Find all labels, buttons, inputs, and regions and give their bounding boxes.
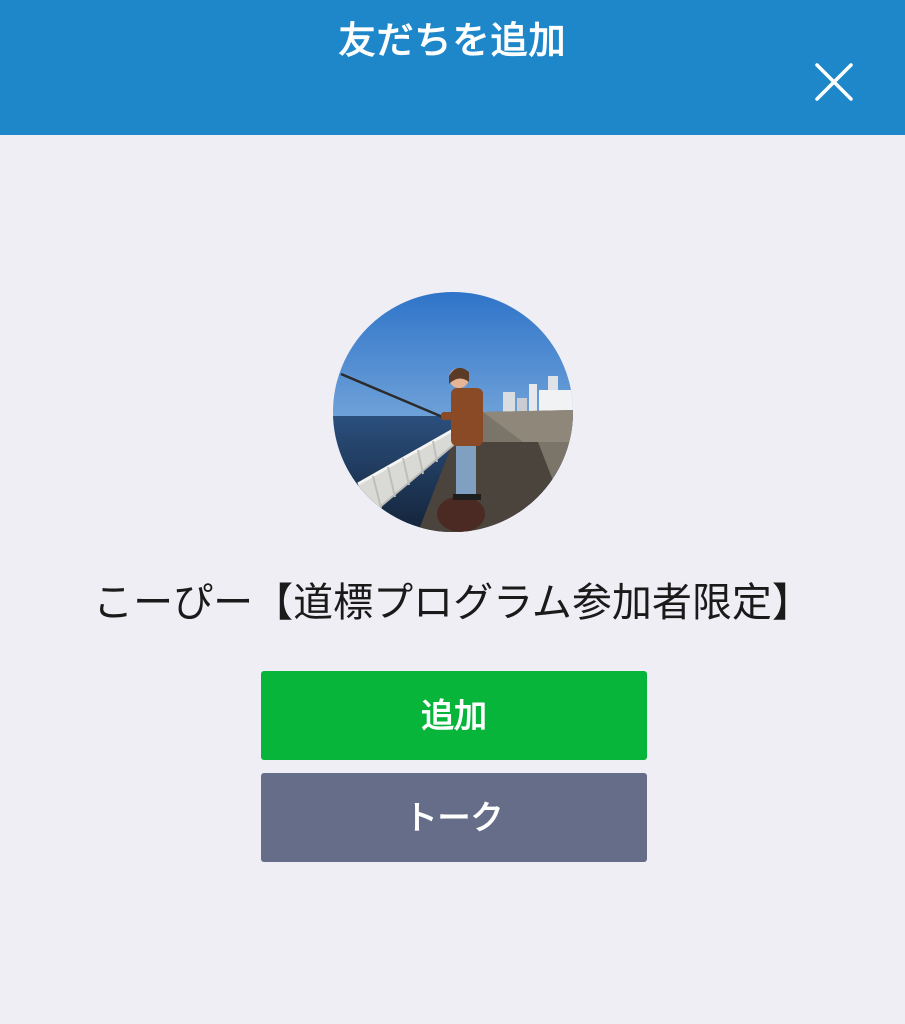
- profile-photo: [333, 292, 573, 532]
- talk-button[interactable]: トーク: [261, 773, 647, 862]
- page-title: 友だちを追加: [338, 19, 567, 62]
- display-name: こーぴー【道標プログラム参加者限定】: [93, 580, 812, 626]
- header-bar: 友だちを追加: [0, 0, 905, 135]
- add-friend-screen: 友だちを追加 こーぴー【道標プログラム参加者限定】 追加 トーク: [0, 0, 905, 1024]
- avatar: [333, 292, 573, 532]
- close-button[interactable]: [808, 56, 860, 108]
- add-friend-button[interactable]: 追加: [261, 671, 647, 760]
- close-icon: [815, 63, 853, 101]
